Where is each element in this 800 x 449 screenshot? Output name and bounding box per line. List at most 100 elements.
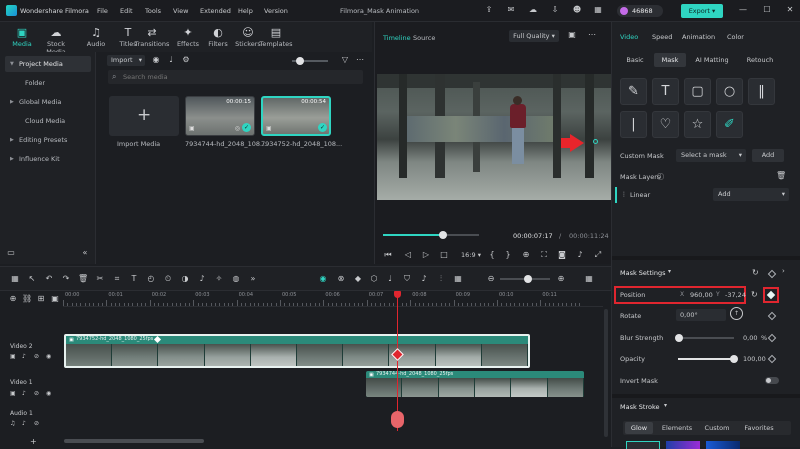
nav-influence-kit[interactable]: ▶ Influence Kit	[5, 151, 91, 167]
stroke-preset[interactable]	[626, 441, 660, 449]
menu-view[interactable]: View	[173, 7, 188, 15]
ribbon-tab-templates[interactable]: ▤ Templates	[258, 25, 294, 51]
volume-icon[interactable]: ♪	[22, 420, 26, 427]
keyframe-icon[interactable]	[767, 311, 777, 321]
playback-progress[interactable]	[383, 231, 479, 239]
ribbon-tab-stock-media[interactable]: ☁Stock Media	[37, 25, 75, 56]
record-icon[interactable]: ◉	[151, 55, 161, 65]
tab-color[interactable]: Color	[727, 33, 744, 41]
info-icon[interactable]: ⓘ	[657, 172, 664, 182]
mask-line-icon[interactable]: |	[620, 111, 647, 138]
zoom-handle[interactable]	[296, 57, 304, 65]
mask-text-icon[interactable]: T	[652, 78, 679, 105]
more-icon[interactable]: »	[248, 274, 258, 284]
timeline-zoom-slider[interactable]	[500, 275, 550, 283]
export-button[interactable]: Export ▾	[681, 4, 723, 18]
volume-icon[interactable]: ♪	[22, 353, 26, 360]
zoom-preview-icon[interactable]: ⊕	[521, 250, 531, 260]
snap-track-icon[interactable]: ⊞	[36, 294, 46, 304]
snapshot-icon[interactable]: ▣	[567, 30, 577, 40]
rotate-dial-icon[interactable]: ↑	[730, 307, 743, 320]
grid-icon[interactable]: ▦	[453, 274, 463, 284]
zoom-out-icon[interactable]: ⊖	[486, 274, 496, 284]
eye-icon[interactable]: ◉	[46, 353, 51, 360]
view-grid-icon[interactable]: ▦	[584, 274, 594, 284]
stroke-tab-elements[interactable]: Elements	[659, 422, 695, 434]
ribbon-tab-audio[interactable]: ♫ Audio	[78, 25, 114, 51]
mask-heart-icon[interactable]: ♡	[652, 111, 679, 138]
progress-handle[interactable]	[438, 231, 447, 239]
new-folder-icon[interactable]: ▭	[6, 248, 16, 258]
lock-icon[interactable]: ⊘	[34, 353, 39, 360]
marker-icon[interactable]: ◆	[353, 274, 363, 284]
text-icon[interactable]: T	[129, 274, 139, 284]
volume-icon[interactable]: ♪	[575, 250, 585, 260]
keyframe-icon[interactable]	[767, 269, 777, 279]
stroke-preset[interactable]	[706, 441, 740, 449]
nav-cloud-media[interactable]: Cloud Media	[5, 113, 91, 129]
media-clip-2[interactable]: 00:00:54 ▣ ✓	[261, 96, 331, 136]
film-icon[interactable]: ▣	[10, 390, 16, 397]
menu-edit[interactable]: Edit	[120, 7, 133, 15]
nav-global-media[interactable]: ▶ Global Media	[5, 94, 91, 110]
delete-icon[interactable]: 🗑	[78, 274, 88, 284]
subtab-basic[interactable]: Basic	[620, 53, 650, 67]
nav-project-media[interactable]: ▼ Project Media	[5, 56, 91, 72]
snap-icon[interactable]: ⊗	[336, 274, 346, 284]
lock-icon[interactable]: ⊘	[34, 420, 39, 427]
import-dropdown[interactable]: Import ▾	[107, 55, 145, 66]
zoom-handle[interactable]	[524, 275, 532, 283]
mask-pen-icon[interactable]: ✐	[716, 111, 743, 138]
mask-layer-row[interactable]: ⋮ Linear Add ▾	[615, 187, 795, 203]
rotate-field[interactable]: 0,00°	[676, 309, 726, 321]
blur-handle[interactable]	[675, 334, 683, 342]
position-x-field[interactable]: 960,00	[690, 291, 713, 299]
collapse-icon[interactable]: «	[80, 248, 90, 258]
aspect-ratio-dropdown[interactable]: 16:9 ▾	[461, 251, 481, 259]
subtab-retouch[interactable]: Retouch	[741, 53, 779, 67]
speed-icon[interactable]: ◴	[146, 274, 156, 284]
color-icon[interactable]: ◑	[180, 274, 190, 284]
ai-icon[interactable]: ✧	[214, 274, 224, 284]
menu-file[interactable]: File	[97, 7, 108, 15]
audio-icon[interactable]: ♪	[197, 274, 207, 284]
subtab-ai-matting[interactable]: AI Matting	[691, 53, 733, 67]
cloud-icon[interactable]: ☁	[528, 5, 538, 15]
invert-toggle[interactable]	[765, 377, 779, 384]
close-icon[interactable]: ✕	[785, 5, 795, 15]
menu-extended[interactable]: Extended	[200, 7, 231, 15]
music-icon[interactable]: ♫	[10, 420, 15, 427]
ai-icon[interactable]: ⚙	[181, 55, 191, 65]
timeline-h-scrollbar[interactable]	[64, 439, 204, 443]
caret-down-icon[interactable]: ▾	[668, 268, 671, 275]
more-icon[interactable]: ›	[782, 267, 785, 275]
link-icon[interactable]: ⛓	[22, 294, 32, 304]
eye-icon[interactable]: ◉	[46, 390, 51, 397]
mask-brush-icon[interactable]: ✎	[620, 78, 647, 105]
filter-icon[interactable]: ▽	[340, 55, 350, 65]
keyframe-icon[interactable]: ⬡	[369, 274, 379, 284]
layer-blend-dropdown[interactable]: Add ▾	[713, 188, 789, 201]
volume-icon[interactable]: ♪	[22, 390, 26, 397]
tab-video[interactable]: Video	[620, 33, 638, 41]
menu-tools[interactable]: Tools	[145, 7, 161, 15]
play-icon[interactable]: ▷	[421, 250, 431, 260]
trash-icon[interactable]: 🗑	[776, 171, 786, 180]
fullscreen-icon[interactable]: ⛶	[539, 250, 549, 260]
mask-double-line-icon[interactable]: ‖	[748, 78, 775, 105]
tab-animation[interactable]: Animation	[682, 33, 715, 41]
timeline-v-scrollbar[interactable]	[604, 309, 608, 437]
select-icon[interactable]: ↖	[27, 274, 37, 284]
nav-folder[interactable]: Folder	[5, 75, 91, 91]
zoom-in-icon[interactable]: ⊕	[556, 274, 566, 284]
mask-handle[interactable]	[593, 139, 598, 144]
media-clip-1[interactable]: 00:00:15 ▣ ◎ ✓	[185, 96, 255, 136]
blur-value[interactable]: 0,00	[743, 334, 757, 342]
gift-icon[interactable]: ✉	[506, 5, 516, 15]
tab-source[interactable]: Source	[413, 34, 435, 42]
add-track-icon[interactable]: ⊕	[8, 294, 18, 304]
ribbon-tab-media[interactable]: ▣ Media	[4, 25, 40, 51]
upload-icon[interactable]: ⇪	[484, 5, 494, 15]
mixer-icon[interactable]: ⫶	[436, 274, 446, 284]
mask-rectangle-icon[interactable]: ▢	[684, 78, 711, 105]
